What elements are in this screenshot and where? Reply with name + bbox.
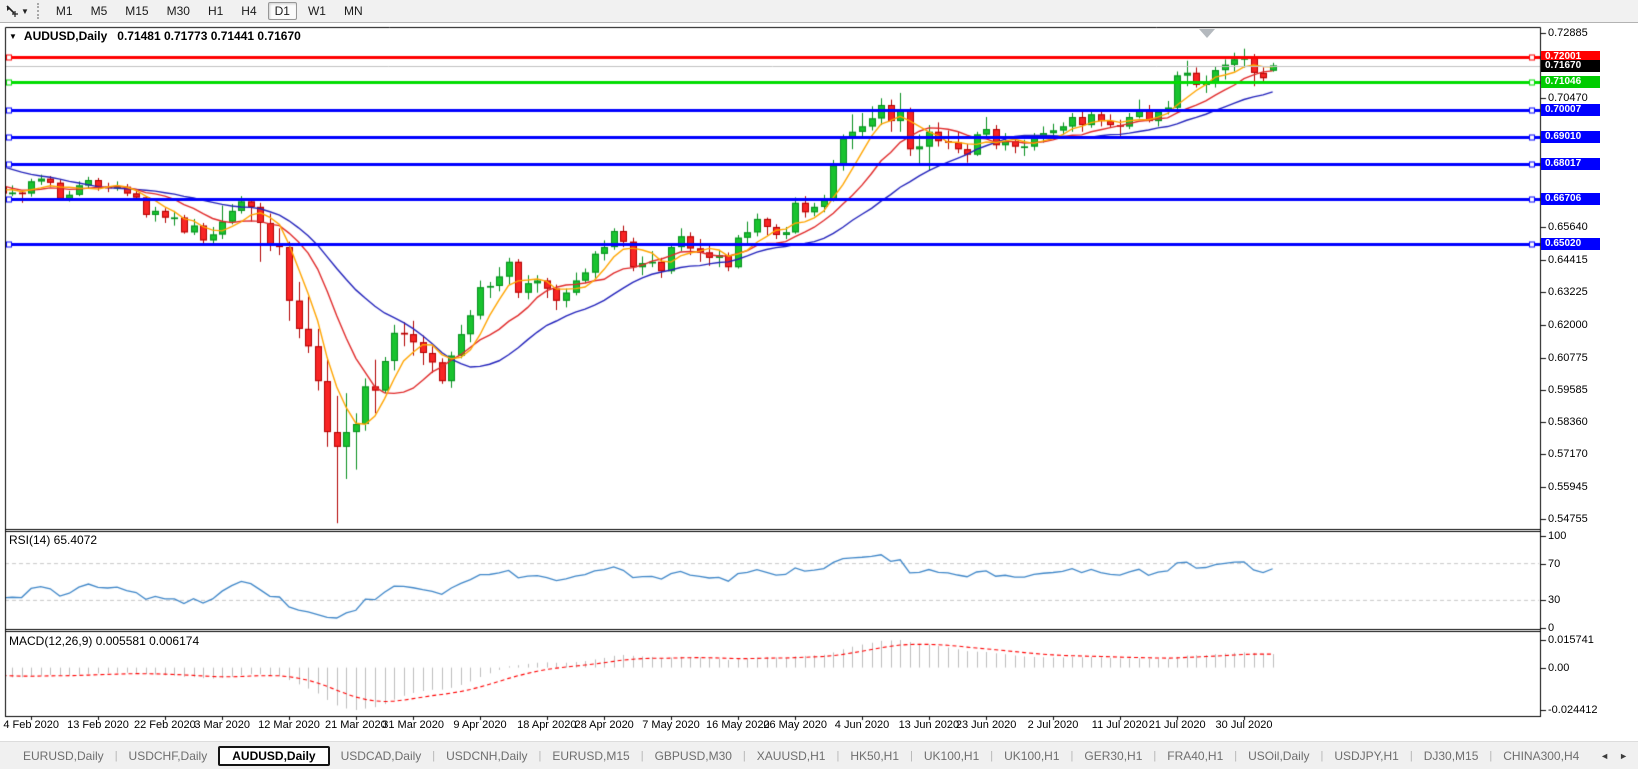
- date-axis-label: 21 Mar 2020: [325, 719, 387, 731]
- price-axis-tick: 0.55945: [1548, 481, 1588, 493]
- chart-tab-bar: EURUSD,Daily|USDCHF,DailyAUDUSD,DailyUSD…: [0, 741, 1638, 769]
- rsi-axis-tick: 100: [1548, 530, 1566, 542]
- price-axis-tick: 0.70470: [1548, 92, 1588, 104]
- price-axis-tick: 0.60775: [1548, 352, 1588, 364]
- tab-gbpusd-m30[interactable]: GBPUSD,M30: [644, 747, 743, 765]
- tab-eurusd-m15[interactable]: EURUSD,M15: [541, 747, 640, 765]
- rsi-indicator-label: RSI(14) 65.4072: [9, 533, 97, 547]
- tab-usdcad-daily[interactable]: USDCAD,Daily: [330, 747, 433, 765]
- date-axis-label: 7 May 2020: [642, 719, 699, 731]
- tab-usdcnh-daily[interactable]: USDCNH,Daily: [435, 747, 538, 765]
- scroll-right-icon[interactable]: ►: [1619, 751, 1628, 761]
- tab-uk100-h1[interactable]: UK100,H1: [913, 747, 990, 765]
- date-axis-label: 16 May 2020: [706, 719, 770, 731]
- date-axis-label: 28 Apr 2020: [574, 719, 633, 731]
- timeframe-button-mn[interactable]: MN: [337, 2, 370, 20]
- date-axis-label: 22 Feb 2020: [134, 719, 196, 731]
- date-axis-label: 13 Feb 2020: [67, 719, 129, 731]
- tab-xauusd-h1[interactable]: XAUUSD,H1: [746, 747, 837, 765]
- date-axis-label: 21 Jul 2020: [1149, 719, 1206, 731]
- price-level-badge[interactable]: 0.65020: [1541, 238, 1600, 250]
- price-axis-tick: 0.57170: [1548, 448, 1588, 460]
- timeframe-button-m1[interactable]: M1: [49, 2, 80, 20]
- rsi-axis-tick: 70: [1548, 558, 1560, 570]
- date-axis-label: 3 Mar 2020: [194, 719, 250, 731]
- tab-china300-h4[interactable]: CHINA300,H4: [1492, 747, 1590, 765]
- price-axis-tick: 0.62000: [1548, 319, 1588, 331]
- timeframe-buttons: M1M5M15 M30H1H4 D1W1MN: [47, 2, 372, 20]
- tab-usdchf-daily[interactable]: USDCHF,Daily: [118, 747, 219, 765]
- date-axis-label: 12 Mar 2020: [258, 719, 320, 731]
- price-axis-tick: 0.64415: [1548, 254, 1588, 266]
- macd-axis-tick: 0.00: [1548, 662, 1569, 674]
- timeframe-button-w1[interactable]: W1: [301, 2, 333, 20]
- timeframe-button-m5[interactable]: M5: [84, 2, 115, 20]
- tab-eurusd-daily[interactable]: EURUSD,Daily: [12, 747, 115, 765]
- triangle-down-icon[interactable]: ▼: [9, 32, 17, 41]
- date-axis-label: 4 Feb 2020: [3, 719, 59, 731]
- chart-symbol: AUDUSD,Daily: [24, 29, 107, 43]
- date-axis-label: 23 Jun 2020: [956, 719, 1017, 731]
- timeframe-button-m30[interactable]: M30: [160, 2, 197, 20]
- chart-ohlc-values: 0.71481 0.71773 0.71441 0.71670: [117, 29, 301, 43]
- tab-uk100-h1[interactable]: UK100,H1: [993, 747, 1070, 765]
- price-axis-tick: 0.54755: [1548, 513, 1588, 525]
- timeframe-button-m15[interactable]: M15: [118, 2, 155, 20]
- rsi-axis-tick: 30: [1548, 594, 1560, 606]
- date-axis-label: 13 Jun 2020: [899, 719, 960, 731]
- chart-shift-marker[interactable]: [1199, 29, 1215, 38]
- price-level-badge[interactable]: 0.69010: [1541, 131, 1600, 143]
- date-axis-label: 11 Jul 2020: [1092, 719, 1148, 731]
- tab-scroll-arrows: ◄ ►: [1590, 751, 1638, 761]
- date-axis-label: 4 Jun 2020: [835, 719, 889, 731]
- timeframe-button-h1[interactable]: H1: [201, 2, 230, 20]
- macd-indicator-label: MACD(12,26,9) 0.005581 0.006174: [9, 634, 199, 648]
- price-axis-tick: 0.59585: [1548, 384, 1588, 396]
- rsi-axis-tick: 0: [1548, 622, 1554, 634]
- price-axis-tick: 0.63225: [1548, 286, 1588, 298]
- date-axis-label: 26 May 2020: [763, 719, 827, 731]
- tab-fra40-h1[interactable]: FRA40,H1: [1156, 747, 1234, 765]
- price-level-badge[interactable]: 0.66706: [1541, 193, 1600, 205]
- timeframe-button-d1[interactable]: D1: [268, 2, 297, 20]
- price-level-badge[interactable]: 0.70007: [1541, 104, 1600, 116]
- price-level-badge[interactable]: 0.68017: [1541, 158, 1600, 170]
- date-axis-label: 30 Jul 2020: [1216, 719, 1273, 731]
- tab-audusd-daily[interactable]: AUDUSD,Daily: [218, 746, 329, 766]
- chevron-down-icon[interactable]: ▼: [21, 7, 29, 16]
- price-axis-tick: 0.72885: [1548, 27, 1588, 39]
- price-chart-canvas[interactable]: [0, 0, 1638, 768]
- date-axis-label: 2 Jul 2020: [1028, 719, 1079, 731]
- price-level-badge[interactable]: 0.71046: [1541, 76, 1600, 88]
- tab-ger30-h1[interactable]: GER30,H1: [1073, 747, 1153, 765]
- macd-axis-tick: -0.024412: [1548, 704, 1598, 716]
- tab-usdjpy-h1[interactable]: USDJPY,H1: [1323, 747, 1409, 765]
- date-axis-label: 18 Apr 2020: [517, 719, 576, 731]
- toolbar-grip[interactable]: [37, 3, 39, 19]
- timeframe-button-h4[interactable]: H4: [234, 2, 263, 20]
- date-axis-label: 9 Apr 2020: [453, 719, 506, 731]
- tab-usoil-daily[interactable]: USOil,Daily: [1237, 747, 1320, 765]
- price-axis-tick: 0.58360: [1548, 416, 1588, 428]
- chart-tabs: EURUSD,Daily|USDCHF,DailyAUDUSD,DailyUSD…: [0, 746, 1590, 766]
- date-axis-label: 31 Mar 2020: [382, 719, 444, 731]
- current-price-badge[interactable]: 0.71670: [1541, 60, 1600, 72]
- toolbar: ▼ M1M5M15 M30H1H4 D1W1MN: [0, 0, 1638, 23]
- chart-title: ▼ AUDUSD,Daily 0.71481 0.71773 0.71441 0…: [9, 29, 301, 43]
- tab-hk50-h1[interactable]: HK50,H1: [839, 747, 910, 765]
- macd-axis-tick: 0.015741: [1548, 634, 1594, 646]
- crosshair-icon[interactable]: [4, 3, 20, 19]
- scroll-left-icon[interactable]: ◄: [1600, 751, 1609, 761]
- price-axis-tick: 0.65640: [1548, 221, 1588, 233]
- tab-dj30-m15[interactable]: DJ30,M15: [1413, 747, 1490, 765]
